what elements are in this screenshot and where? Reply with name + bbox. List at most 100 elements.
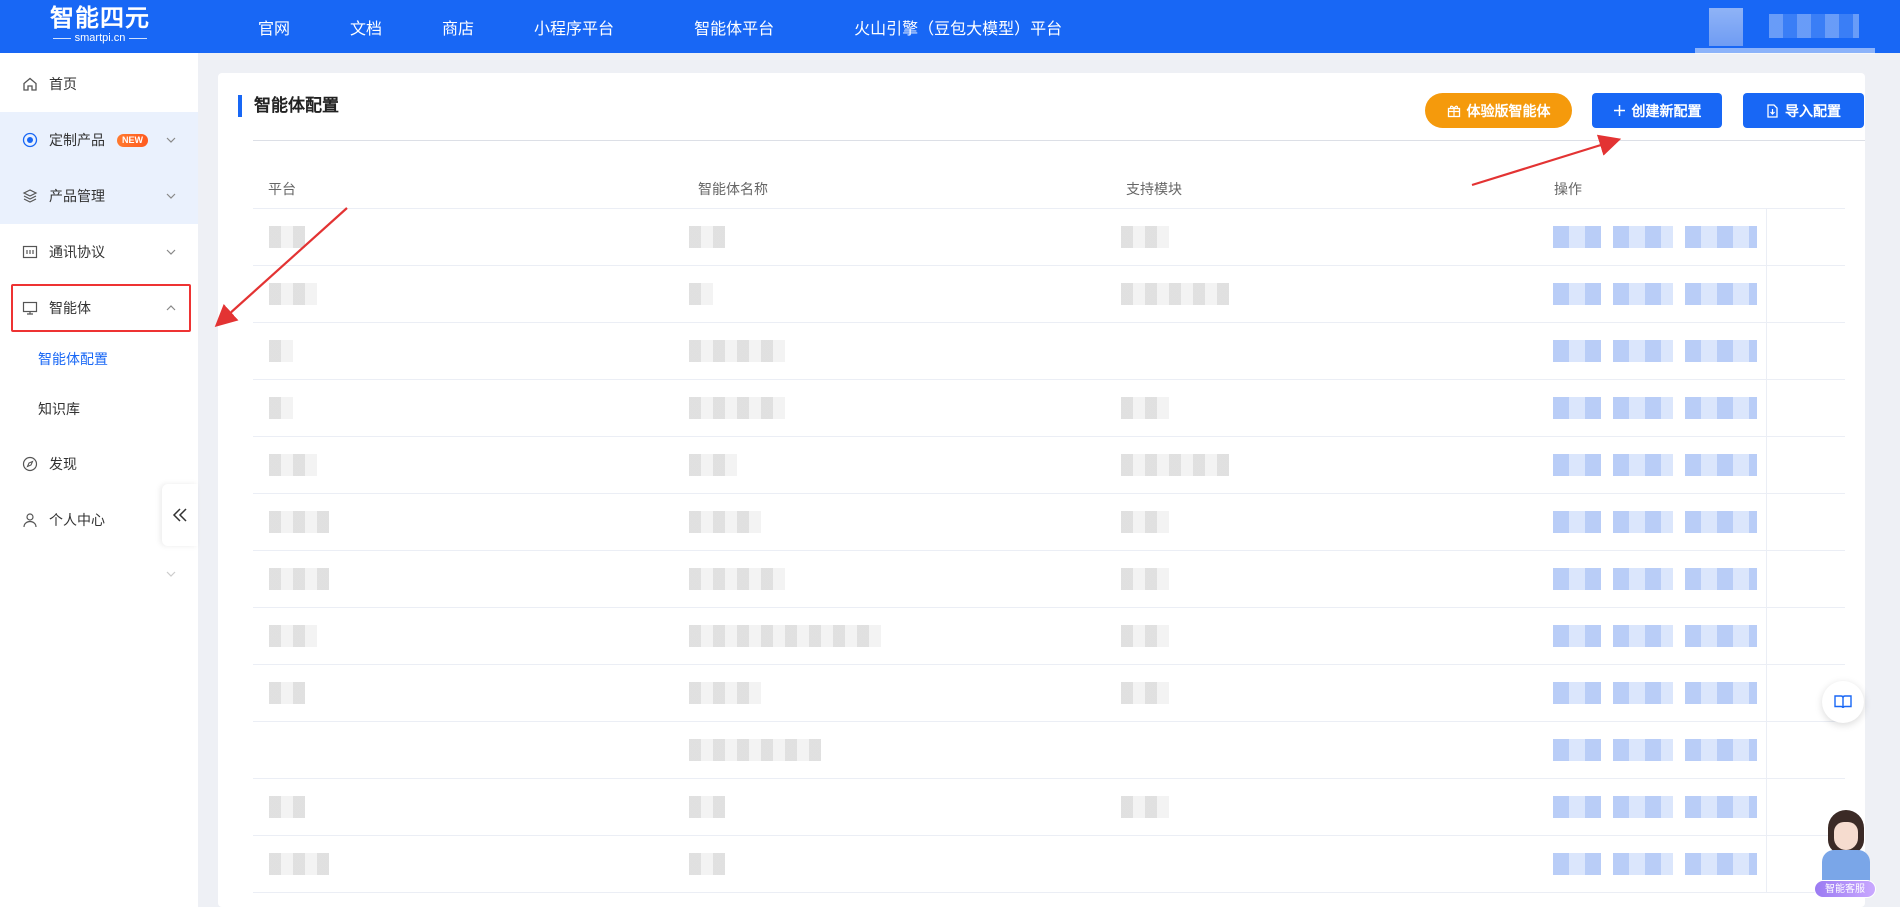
action-link-redacted[interactable] (1553, 454, 1601, 476)
sidebar-subitem-label: 知识库 (38, 401, 80, 417)
action-link-redacted[interactable] (1685, 853, 1757, 875)
table-row (253, 323, 1845, 380)
action-link-redacted[interactable] (1613, 283, 1673, 305)
platform-cell-redacted (269, 853, 329, 875)
action-link-redacted[interactable] (1685, 739, 1757, 761)
sidebar-subitem-knowledge-base[interactable]: 知识库 (0, 385, 198, 433)
nav-store[interactable]: 商店 (442, 15, 474, 39)
action-link-redacted[interactable] (1553, 568, 1601, 590)
create-config-label: 创建新配置 (1631, 102, 1702, 119)
action-link-redacted[interactable] (1613, 454, 1673, 476)
action-link-redacted[interactable] (1613, 568, 1673, 590)
create-config-button[interactable]: 创建新配置 (1592, 93, 1722, 128)
logo-divider (129, 38, 148, 39)
layers-icon (22, 188, 38, 204)
logo[interactable]: 智能四元 smartpi.cn (46, 4, 154, 48)
sidebar-item-label: 发现 (49, 456, 77, 472)
action-link-redacted[interactable] (1553, 796, 1601, 818)
agent-name-cell-redacted (689, 739, 821, 761)
table-row (253, 836, 1845, 893)
action-link-redacted[interactable] (1613, 796, 1673, 818)
action-link-redacted[interactable] (1553, 226, 1601, 248)
action-link-redacted[interactable] (1613, 739, 1673, 761)
action-link-redacted[interactable] (1553, 739, 1601, 761)
nav-docs[interactable]: 文档 (350, 15, 382, 39)
top-nav: 官网 文档 商店 小程序平台 智能体平台 火山引擎（豆包大模型）平台 (258, 0, 1062, 53)
protocol-icon (22, 244, 38, 260)
modules-cell-redacted (1121, 796, 1169, 818)
agent-name-cell-redacted (689, 226, 725, 248)
table-row (253, 722, 1845, 779)
nav-guanwang[interactable]: 官网 (258, 15, 290, 39)
action-link-redacted[interactable] (1553, 340, 1601, 362)
sidebar-item-product-management[interactable]: 产品管理 (0, 168, 198, 224)
trial-agent-button[interactable]: 体验版智能体 (1425, 93, 1572, 128)
collapse-sidebar-button[interactable] (162, 484, 198, 546)
modules-cell-redacted (1121, 226, 1169, 248)
sidebar-item-home[interactable]: 首页 (0, 56, 198, 112)
action-link-redacted[interactable] (1553, 625, 1601, 647)
action-link-redacted[interactable] (1685, 283, 1757, 305)
action-link-redacted[interactable] (1685, 796, 1757, 818)
action-link-redacted[interactable] (1553, 853, 1601, 875)
logo-divider (52, 38, 71, 39)
chevron-down-icon (165, 190, 177, 202)
table-row (253, 551, 1845, 608)
action-link-redacted[interactable] (1685, 568, 1757, 590)
action-link-redacted[interactable] (1613, 682, 1673, 704)
sidebar-item-protocol[interactable]: 通讯协议 (0, 224, 198, 280)
agent-name-cell-redacted (689, 511, 761, 533)
action-link-redacted[interactable] (1613, 511, 1673, 533)
action-link-redacted[interactable] (1685, 226, 1757, 248)
modules-cell-redacted (1121, 568, 1169, 590)
compass-icon (22, 456, 38, 472)
modules-cell-redacted (1121, 625, 1169, 647)
agent-name-cell-redacted (689, 340, 785, 362)
platform-cell-redacted (269, 682, 305, 704)
gift-icon (1447, 105, 1460, 117)
import-config-button[interactable]: 导入配置 (1743, 93, 1864, 128)
top-navbar: 智能四元 smartpi.cn 官网 文档 商店 小程序平台 智能体平台 火山引… (0, 0, 1900, 54)
sidebar-subitem-agent-config[interactable]: 智能体配置 (0, 335, 198, 383)
nav-agent-platform[interactable]: 智能体平台 (694, 15, 774, 39)
action-link-redacted[interactable] (1613, 397, 1673, 419)
action-link-redacted[interactable] (1685, 340, 1757, 362)
user-name-blurred (1769, 14, 1859, 38)
customer-service-widget[interactable]: 智能客服 (1814, 810, 1876, 904)
import-config-label: 导入配置 (1785, 102, 1841, 119)
action-link-redacted[interactable] (1613, 853, 1673, 875)
action-link-redacted[interactable] (1613, 340, 1673, 362)
action-link-redacted[interactable] (1553, 283, 1601, 305)
sidebar-item-custom-products[interactable]: 定制产品 NEW (0, 112, 198, 168)
action-link-redacted[interactable] (1685, 454, 1757, 476)
sidebar-item-label: 产品管理 (49, 188, 105, 204)
action-link-redacted[interactable] (1685, 511, 1757, 533)
table-header-divider (253, 208, 1845, 209)
avatar[interactable] (1709, 8, 1743, 46)
action-link-redacted[interactable] (1685, 625, 1757, 647)
user-menu[interactable] (1695, 4, 1875, 54)
table-row (253, 380, 1845, 437)
table-row (253, 665, 1845, 722)
platform-cell-redacted (269, 283, 317, 305)
chevron-down-icon (165, 246, 177, 258)
logo-domain: smartpi.cn (74, 32, 126, 44)
action-link-redacted[interactable] (1553, 682, 1601, 704)
docs-float-button[interactable] (1822, 681, 1864, 723)
action-link-redacted[interactable] (1553, 397, 1601, 419)
action-link-redacted[interactable] (1553, 511, 1601, 533)
action-link-redacted[interactable] (1685, 682, 1757, 704)
double-chevron-left-icon (172, 508, 187, 522)
platform-cell-redacted (269, 340, 293, 362)
row-divider (253, 892, 1845, 893)
action-link-redacted[interactable] (1613, 625, 1673, 647)
action-link-redacted[interactable] (1685, 397, 1757, 419)
sidebar-item-label: 通讯协议 (49, 244, 105, 260)
header-divider (253, 140, 1865, 141)
nav-volcano-engine[interactable]: 火山引擎（豆包大模型）平台 (854, 15, 1062, 39)
nav-miniprogram[interactable]: 小程序平台 (534, 15, 614, 39)
agent-name-cell-redacted (689, 625, 881, 647)
table-row (253, 608, 1845, 665)
plus-icon (1613, 105, 1625, 116)
action-link-redacted[interactable] (1613, 226, 1673, 248)
